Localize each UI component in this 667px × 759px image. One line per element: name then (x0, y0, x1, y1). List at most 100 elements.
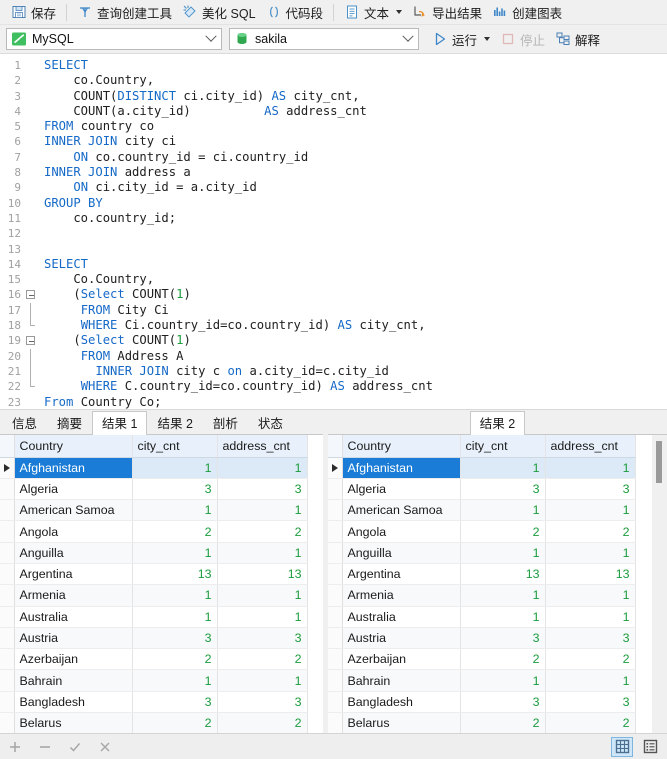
cell-city-cnt[interactable]: 2 (460, 520, 546, 543)
cell-city-cnt[interactable]: 3 (460, 691, 546, 714)
cell-address-cnt[interactable]: 2 (217, 520, 308, 543)
cell-city-cnt[interactable]: 2 (460, 648, 546, 671)
confirm-edit-button[interactable] (66, 738, 84, 756)
cell-address-cnt[interactable]: 13 (217, 563, 308, 586)
cell-country[interactable]: Bangladesh (342, 691, 461, 714)
cell-city-cnt[interactable]: 13 (460, 563, 546, 586)
table-row[interactable]: Algeria 3 3 (0, 478, 308, 501)
chevron-down-icon[interactable] (396, 10, 403, 14)
cell-country[interactable]: Bahrain (342, 669, 461, 692)
cell-city-cnt[interactable]: 3 (132, 478, 218, 501)
cell-address-cnt[interactable]: 1 (545, 584, 636, 607)
row-indicator[interactable] (0, 520, 15, 543)
row-indicator[interactable] (328, 542, 343, 564)
cell-address-cnt[interactable]: 1 (217, 584, 308, 607)
cell-address-cnt[interactable]: 3 (217, 691, 308, 714)
create-chart-button[interactable]: 创建图表 (487, 2, 567, 23)
chevron-down-icon[interactable] (400, 29, 416, 49)
add-row-button[interactable] (6, 738, 24, 756)
cell-address-cnt[interactable]: 1 (545, 542, 636, 564)
export-result-button[interactable]: 导出结果 (407, 2, 487, 23)
table-row[interactable]: Angola 2 2 (0, 520, 308, 543)
cell-city-cnt[interactable]: 2 (460, 712, 546, 733)
run-button[interactable]: 运行 (427, 29, 495, 50)
result-tab-left-4[interactable]: 剖析 (203, 412, 248, 435)
row-indicator[interactable] (328, 520, 343, 543)
cell-city-cnt[interactable]: 3 (460, 478, 546, 501)
beautify-sql-button[interactable]: 美化 SQL (177, 2, 261, 23)
column-header[interactable]: city_cnt (132, 435, 218, 458)
cell-address-cnt[interactable]: 1 (545, 499, 636, 522)
cell-city-cnt[interactable]: 2 (132, 712, 218, 733)
sql-code-text[interactable]: SELECT co.Country, COUNT(DISTINCT ci.cit… (38, 54, 667, 409)
cell-country[interactable]: Armenia (14, 584, 133, 607)
grid-view-button[interactable] (611, 736, 633, 757)
table-row[interactable]: Belarus 2 2 (0, 712, 308, 733)
cell-address-cnt[interactable]: 1 (545, 669, 636, 692)
chevron-down-icon[interactable] (203, 29, 219, 49)
result-grid-right[interactable]: Country city_cnt address_cnt Afghanistan 1 1 A… (328, 435, 667, 733)
result-grid-left[interactable]: Country city_cnt address_cnt Afghanistan 1 1 A… (0, 435, 323, 733)
cell-country[interactable]: Austria (342, 627, 461, 650)
table-row[interactable]: American Samoa 1 1 (328, 499, 636, 522)
row-indicator[interactable] (0, 648, 15, 671)
row-indicator[interactable] (0, 542, 15, 564)
row-indicator[interactable] (328, 457, 343, 479)
cell-country[interactable]: Bangladesh (14, 691, 133, 714)
column-header[interactable]: Country (342, 435, 461, 458)
cell-country[interactable]: Argentina (342, 563, 461, 586)
result-tab-left-5[interactable]: 状态 (248, 412, 293, 435)
fold-marker[interactable] (24, 287, 38, 302)
row-indicator[interactable] (328, 478, 343, 501)
chevron-down-icon[interactable] (484, 37, 491, 41)
cell-city-cnt[interactable]: 1 (460, 457, 546, 479)
row-indicator[interactable] (0, 712, 15, 733)
code-fold-gutter[interactable] (24, 54, 38, 409)
cell-city-cnt[interactable]: 1 (460, 606, 546, 628)
cell-city-cnt[interactable]: 3 (132, 691, 218, 714)
table-row[interactable]: Angola 2 2 (328, 520, 636, 543)
table-row[interactable]: Bangladesh 3 3 (328, 691, 636, 714)
cell-address-cnt[interactable]: 1 (217, 499, 308, 522)
column-header[interactable]: city_cnt (460, 435, 546, 458)
cancel-edit-button[interactable] (96, 738, 114, 756)
table-row[interactable]: Argentina 13 13 (328, 563, 636, 586)
cell-address-cnt[interactable]: 2 (545, 520, 636, 543)
cell-address-cnt[interactable]: 1 (217, 457, 308, 479)
row-indicator[interactable] (328, 606, 343, 628)
table-row[interactable]: Australia 1 1 (0, 606, 308, 628)
result-tabbar-right[interactable]: 结果 2 (328, 410, 667, 435)
cell-address-cnt[interactable]: 3 (217, 478, 308, 501)
cell-country[interactable]: Anguilla (14, 542, 133, 564)
cell-country[interactable]: American Samoa (14, 499, 133, 522)
result-tabbar-left[interactable]: 信息 摘要 结果 1 结果 2 剖析 状态 (0, 410, 323, 435)
table-row[interactable]: Azerbaijan 2 2 (0, 648, 308, 671)
cell-city-cnt[interactable]: 1 (460, 669, 546, 692)
table-row[interactable]: American Samoa 1 1 (0, 499, 308, 522)
table-row[interactable]: Austria 3 3 (328, 627, 636, 650)
row-indicator[interactable] (328, 499, 343, 522)
cell-address-cnt[interactable]: 2 (217, 648, 308, 671)
cell-country[interactable]: Angola (14, 520, 133, 543)
row-indicator[interactable] (0, 457, 15, 479)
cell-city-cnt[interactable]: 1 (132, 669, 218, 692)
table-row[interactable]: Belarus 2 2 (328, 712, 636, 733)
cell-address-cnt[interactable]: 3 (545, 627, 636, 650)
fold-marker[interactable] (24, 333, 38, 348)
cell-country[interactable]: Azerbaijan (14, 648, 133, 671)
cell-country[interactable]: Azerbaijan (342, 648, 461, 671)
cell-address-cnt[interactable]: 1 (217, 542, 308, 564)
cell-city-cnt[interactable]: 1 (132, 499, 218, 522)
cell-city-cnt[interactable]: 1 (460, 542, 546, 564)
database-select[interactable]: sakila (229, 28, 419, 50)
cell-country[interactable]: Belarus (342, 712, 461, 733)
row-indicator[interactable] (0, 606, 15, 628)
code-snippet-button[interactable]: 代码段 (261, 2, 329, 23)
table-row[interactable]: Bahrain 1 1 (328, 669, 636, 692)
table-row[interactable]: Austria 3 3 (0, 627, 308, 650)
cell-country[interactable]: Belarus (14, 712, 133, 733)
text-button[interactable]: 文本 (339, 2, 407, 23)
cell-address-cnt[interactable]: 3 (217, 627, 308, 650)
table-row[interactable]: Afghanistan 1 1 (328, 457, 636, 479)
result-tab-right-0[interactable]: 结果 2 (469, 411, 526, 435)
